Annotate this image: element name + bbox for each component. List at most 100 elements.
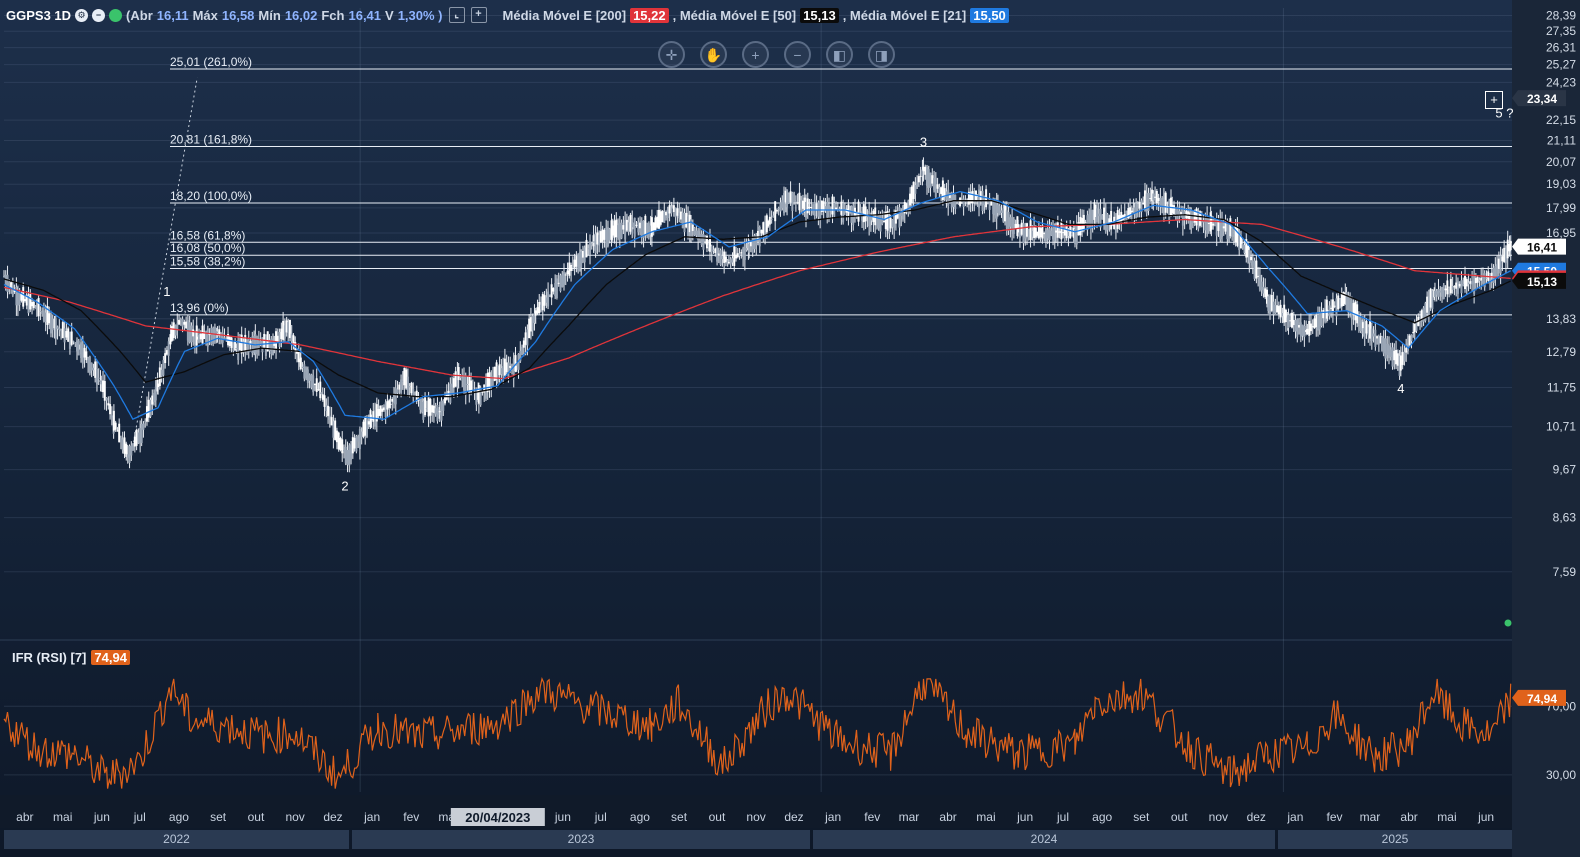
candle-body	[466, 384, 469, 386]
candle-body	[898, 207, 901, 228]
candle-body	[1089, 210, 1092, 229]
candle-body	[1437, 289, 1440, 297]
candle-body	[629, 214, 632, 232]
candle-body	[1333, 305, 1336, 307]
scroll-right-icon[interactable]: ◨	[868, 41, 895, 68]
candle-body	[850, 206, 853, 223]
candle-body	[1503, 247, 1506, 263]
candle-body	[1441, 287, 1444, 297]
fib-level-label: 13,96 (0%)	[170, 301, 229, 315]
candle-body	[652, 222, 655, 231]
candle-body	[438, 411, 441, 413]
candle-body	[1290, 312, 1293, 328]
candle-body	[451, 383, 454, 394]
candle-body	[772, 215, 775, 218]
candle-body	[35, 306, 38, 310]
candle-body	[947, 189, 950, 207]
hand-icon[interactable]: ✋	[700, 41, 727, 68]
candle-body	[842, 203, 845, 223]
candle-body	[1401, 352, 1404, 365]
collapse-icon[interactable]: ⌞	[448, 7, 465, 23]
candle-body	[1408, 335, 1411, 346]
candle-body	[1036, 231, 1039, 236]
candle-body	[29, 293, 32, 310]
candle-body	[116, 430, 119, 432]
candle-body	[783, 193, 786, 214]
candle-body	[719, 250, 722, 265]
candle-body	[929, 172, 932, 188]
settings-icon[interactable]: ⚙	[75, 8, 89, 22]
wave-label: 3	[920, 135, 927, 150]
month-label: mai	[53, 810, 72, 824]
candle-body	[936, 184, 939, 189]
minimize-icon[interactable]: −	[92, 8, 106, 22]
add-indicator-icon[interactable]: +	[470, 7, 487, 23]
candle-body	[1005, 210, 1008, 229]
candle-body	[135, 429, 138, 446]
candle-body	[570, 264, 573, 272]
crosshair-icon[interactable]: ✛	[658, 41, 685, 68]
zoom-out-icon[interactable]: −	[784, 41, 811, 68]
ma200-label[interactable]: Média Móvel E [200]	[503, 8, 627, 23]
candle-body	[424, 396, 427, 416]
candle-body	[1320, 311, 1323, 326]
candle-body	[1469, 281, 1472, 284]
candle-body	[637, 221, 640, 233]
candle-body	[590, 244, 593, 246]
candle-body	[154, 386, 157, 401]
candle-body	[95, 368, 98, 385]
candle-body	[1248, 249, 1251, 263]
zoom-in-icon[interactable]: +	[742, 41, 769, 68]
candle-body	[1335, 298, 1338, 317]
candle-body	[857, 201, 860, 222]
candle-body	[959, 197, 962, 207]
candle-body	[798, 192, 801, 211]
candle-body	[757, 230, 759, 240]
rsi-label[interactable]: IFR (RSI) [7]	[12, 650, 86, 665]
candle-body	[564, 274, 567, 276]
ma21-label[interactable]: , Média Móvel E [21]	[843, 8, 967, 23]
candle-body	[1171, 204, 1174, 214]
candle-body	[605, 227, 608, 248]
candle-body	[381, 408, 384, 412]
candle-body	[801, 200, 804, 209]
candle-body	[1464, 276, 1467, 290]
ma200-value: 15,22	[630, 7, 669, 23]
candle-body	[486, 372, 489, 393]
candle-body	[1062, 232, 1065, 234]
ma50-label[interactable]: , Média Móvel E [50]	[673, 8, 797, 23]
rsi-header: IFR (RSI) [7] 74,94	[12, 650, 130, 665]
candle-body	[1395, 349, 1398, 365]
candle-body	[1455, 282, 1458, 289]
month-label: jun	[1477, 810, 1494, 824]
candle-body	[1213, 225, 1216, 227]
candle-body	[563, 272, 566, 285]
candle-body	[355, 436, 358, 452]
month-label: dez	[784, 810, 803, 824]
candle-body	[644, 215, 647, 235]
candle-body	[382, 407, 385, 411]
candle-body	[1456, 281, 1459, 294]
candle-body	[461, 377, 464, 381]
candle-body	[596, 232, 599, 245]
chart-area[interactable]: 28,3927,35 26,31 25,27 24,23 22,15 21,11 20,07…	[0, 0, 1580, 857]
candle-body	[1471, 280, 1474, 285]
candle-body	[1433, 290, 1436, 297]
price-axis-label: 26,31	[1546, 41, 1576, 55]
fib-level-label: 25,01 (261,0%)	[170, 55, 252, 69]
candle-body	[190, 325, 193, 343]
candle-body	[557, 282, 560, 284]
candle-body	[396, 389, 399, 394]
candle-body	[912, 181, 915, 200]
crosshair-toggle-icon[interactable]: +	[1485, 91, 1503, 109]
candle-body	[793, 200, 796, 202]
candle-body	[1435, 291, 1438, 295]
fib-level-label: 20,81 (161,8%)	[170, 132, 252, 146]
candle-body	[624, 220, 627, 240]
scroll-left-icon[interactable]: ◧	[826, 41, 853, 68]
candle-body	[536, 307, 539, 314]
candle-body	[128, 446, 131, 463]
candle-body	[301, 366, 304, 368]
month-label: nov	[1209, 810, 1228, 824]
candle-body	[76, 340, 79, 352]
